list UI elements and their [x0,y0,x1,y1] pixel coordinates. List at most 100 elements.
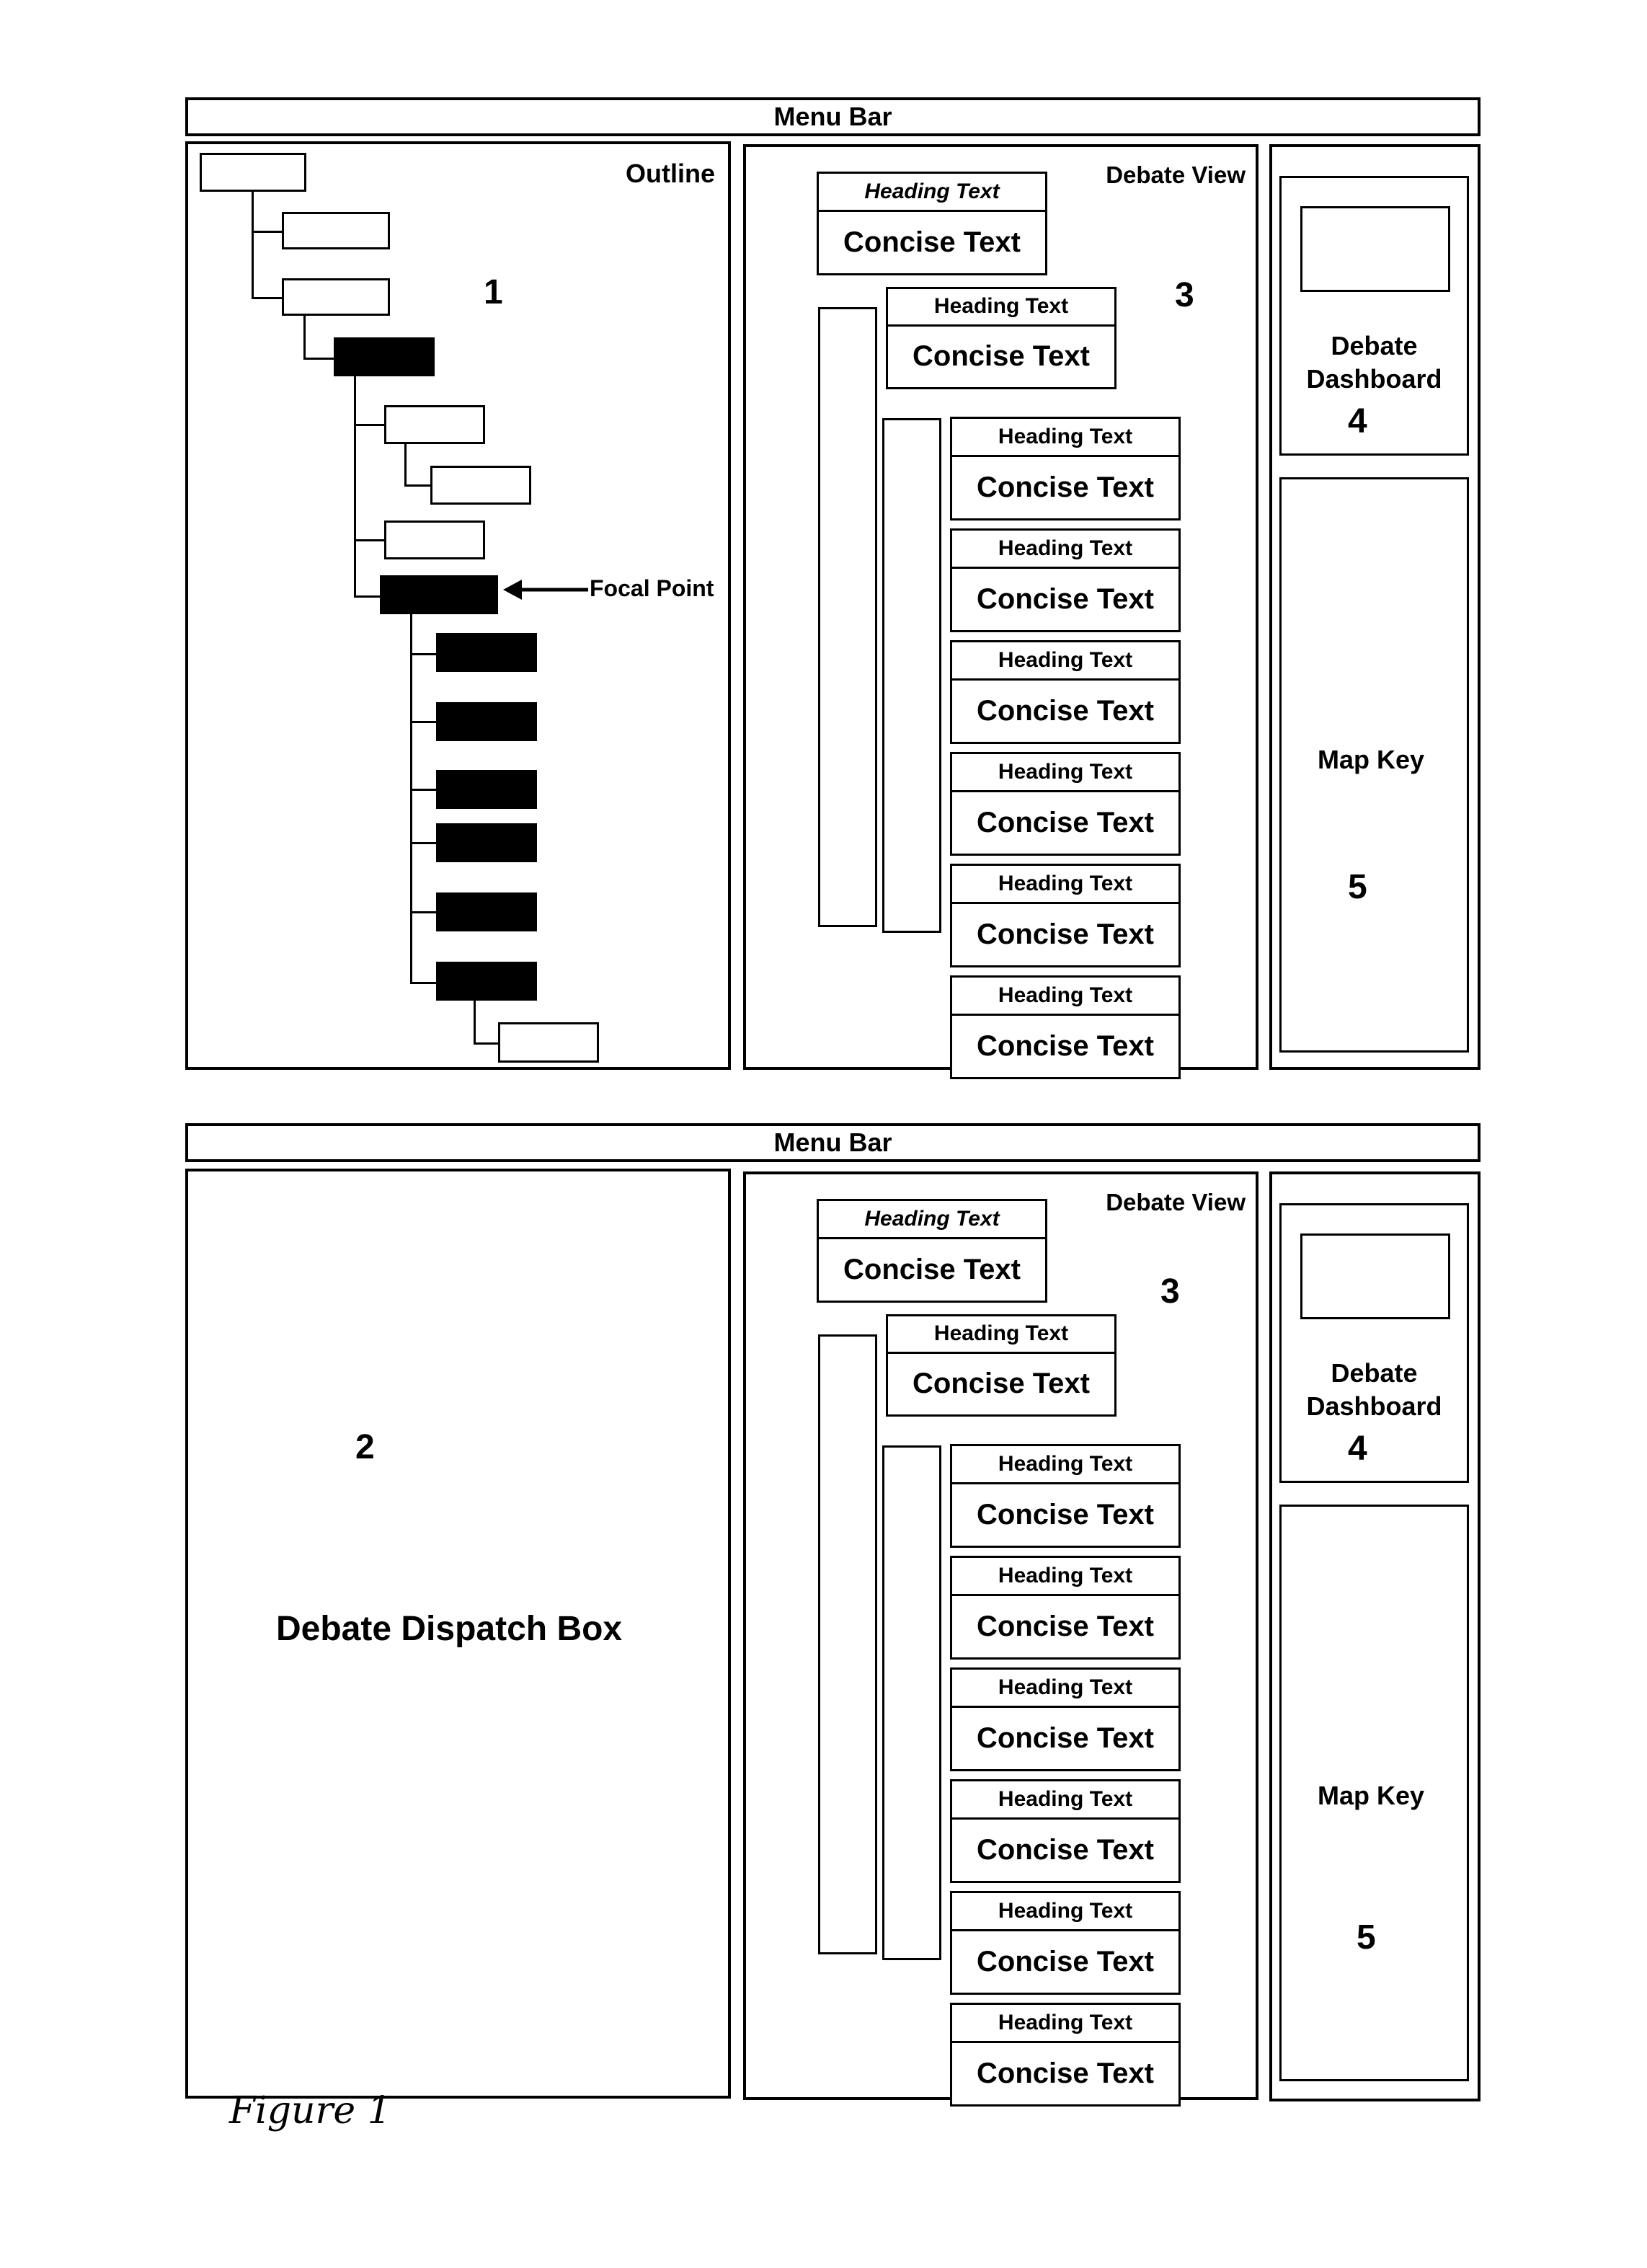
tree-connector [354,424,384,426]
argument-card[interactable]: Heading Text Concise Text [950,1667,1181,1771]
map-key-title: Map Key [1318,745,1425,774]
menu-bar[interactable]: Menu Bar [185,1123,1480,1162]
tree-connector [354,595,380,598]
argument-card[interactable]: Heading Text Concise Text [950,1779,1181,1883]
outline-node[interactable] [384,405,485,444]
dashboard-title-line1: Debate [1331,331,1418,360]
debate-dashboard[interactable]: Debate Dashboard 4 [1279,176,1469,456]
tree-connector [354,376,356,595]
outline-panel: Outline 1 Focal Point [185,141,731,1070]
card-concise-text: Concise Text [977,918,1154,950]
tree-connector [404,484,430,487]
outline-node[interactable] [436,702,537,741]
debate-dispatch-box[interactable]: 2 Debate Dispatch Box [185,1169,731,2099]
card-concise-text: Concise Text [977,1833,1154,1866]
map-key-ref-number: 5 [1348,868,1367,906]
menu-bar[interactable]: Menu Bar [185,97,1480,136]
map-key[interactable]: Map Key 5 [1279,477,1469,1053]
tree-connector [252,297,282,299]
argument-card[interactable]: Heading Text Concise Text [886,287,1117,389]
dashboard-title-line2: Dashboard [1306,1391,1442,1421]
outline-node[interactable] [436,892,537,931]
outline-title: Outline [626,159,715,188]
outline-node[interactable] [200,153,306,192]
card-heading: Heading Text [952,419,1178,457]
right-column: Debate Dashboard 4 Map Key 5 [1269,1171,1480,2101]
argument-card[interactable]: Heading Text Concise Text [950,752,1181,856]
tree-connector [410,614,412,982]
argument-card[interactable]: Heading Text Concise Text [950,1556,1181,1660]
dashboard-display-box [1300,1233,1450,1319]
debate-view-ref-number: 3 [1160,1272,1180,1311]
tree-connector [303,316,306,358]
card-concise-text: Concise Text [977,471,1154,503]
arrow-left-icon [503,580,588,600]
debate-view-title: Debate View [1106,1189,1246,1215]
argument-card[interactable]: Heading Text Concise Text [950,1444,1181,1548]
tree-connector [252,192,254,297]
outline-node[interactable] [436,823,537,862]
tree-connector [404,444,407,484]
card-heading: Heading Text [952,1893,1178,1931]
card-concise-text: Concise Text [977,806,1154,838]
thread-indent-bar[interactable] [818,1334,877,1954]
outline-node[interactable] [282,212,390,249]
outline-node[interactable] [436,770,537,809]
card-heading: Heading Text [952,978,1178,1016]
outline-node[interactable] [498,1022,599,1063]
outline-node[interactable] [334,337,435,376]
argument-card[interactable]: Heading Text Concise Text [950,528,1181,632]
thread-indent-bar[interactable] [818,307,877,927]
card-heading: Heading Text [952,1446,1178,1484]
card-concise-text: Concise Text [977,1722,1154,1754]
dashboard-display-box [1300,206,1450,292]
tree-connector [410,789,436,791]
argument-card[interactable]: Heading Text Concise Text [950,417,1181,521]
tree-connector [252,231,282,233]
card-concise-text: Concise Text [913,1368,1090,1400]
card-concise-text: Concise Text [977,2057,1154,2089]
dashboard-title: Debate Dashboard [1282,1357,1467,1423]
dashboard-title-line2: Dashboard [1306,364,1442,394]
card-heading: Heading Text [952,866,1178,904]
card-heading: Heading Text [952,2005,1178,2043]
tree-connector [354,539,384,541]
card-concise-text: Concise Text [843,1253,1021,1285]
tree-connector [474,1042,498,1045]
thread-indent-bar[interactable] [882,1445,941,1960]
argument-card[interactable]: Heading Text Concise Text [950,2003,1181,2107]
dashboard-ref-number: 4 [1348,1430,1367,1468]
argument-card[interactable]: Heading Text Concise Text [950,640,1181,744]
outline-node[interactable] [436,962,537,1001]
argument-card[interactable]: Heading Text Concise Text [950,1891,1181,1995]
dashboard-title-line1: Debate [1331,1358,1418,1388]
debate-dashboard[interactable]: Debate Dashboard 4 [1279,1203,1469,1483]
debate-view-ref-number: 3 [1175,276,1194,314]
outline-node[interactable] [430,466,531,505]
dispatch-title: Debate Dispatch Box [276,1610,623,1648]
outline-node[interactable] [436,633,537,672]
card-concise-text: Concise Text [977,582,1154,615]
card-concise-text: Concise Text [913,340,1090,373]
dispatch-ref-number: 2 [355,1428,375,1466]
debate-view-panel: Debate View 3 Heading Text Concise Text He… [743,1171,1258,2107]
card-heading: Heading Text [952,1781,1178,1820]
map-key[interactable]: Map Key 5 [1279,1505,1469,2081]
menu-bar-label: Menu Bar [773,1128,892,1157]
tree-connector [410,653,436,655]
card-heading: Heading Text [819,1201,1045,1239]
tree-connector [303,358,334,360]
argument-card[interactable]: Heading Text Concise Text [817,1199,1047,1303]
argument-card[interactable]: Heading Text Concise Text [950,864,1181,967]
argument-card[interactable]: Heading Text Concise Text [817,172,1047,275]
dashboard-ref-number: 4 [1348,402,1367,440]
outline-node[interactable] [282,278,390,316]
card-concise-text: Concise Text [977,1029,1154,1062]
outline-node-focal-point[interactable] [380,575,498,614]
focal-point-label: Focal Point [590,575,714,601]
outline-node[interactable] [384,521,485,559]
card-heading: Heading Text [819,174,1045,212]
argument-card[interactable]: Heading Text Concise Text [886,1314,1117,1417]
argument-card[interactable]: Heading Text Concise Text [950,975,1181,1079]
thread-indent-bar[interactable] [882,418,941,933]
